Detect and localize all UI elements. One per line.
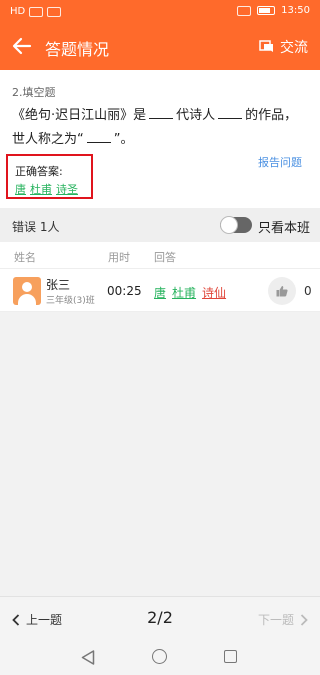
wrong-filter-bar: 错误 1人 只看本班 (0, 208, 320, 242)
question-card: 2.填空题 《绝句·迟日江山丽》是 代诗人 的作品，世人称之为“”。 正确答案: 唐… (0, 70, 320, 208)
thumbs-up-icon (276, 286, 288, 297)
student-class: 三年级(3)班 (46, 296, 95, 306)
status-left: HD (10, 6, 62, 17)
nav-back-icon[interactable] (81, 650, 95, 665)
exchange-button[interactable]: 交流 (259, 37, 308, 57)
like-button[interactable] (268, 277, 296, 305)
next-question-button[interactable]: 下一题 (258, 611, 308, 628)
correct-answer-box: 正确答案: 唐 杜甫 诗圣 (6, 154, 93, 199)
student-time: 00:25 (107, 284, 142, 298)
system-nav-bar (0, 640, 320, 675)
correct-answer-item: 唐 (15, 183, 26, 196)
exchange-label: 交流 (280, 40, 308, 56)
correct-answer-values: 唐 杜甫 诗圣 (15, 181, 78, 197)
battery-icon (257, 6, 276, 15)
only-my-class-toggle[interactable] (220, 216, 252, 234)
page-title: 答题情况 (45, 40, 110, 59)
answer-blank (149, 105, 174, 119)
question-text: 《绝句·迟日江山丽》是 代诗人 的作品，世人称之为“”。 (12, 104, 308, 152)
only-my-class-label: 只看本班 (258, 221, 311, 236)
like-count: 0 (304, 284, 312, 298)
bottom-pager-bar: 上一题 2/2 下一题 (0, 596, 320, 640)
back-button[interactable] (10, 34, 34, 58)
chat-icon (259, 40, 273, 52)
app-bar: 答题情况 交流 (0, 24, 320, 70)
toggle-knob (220, 216, 238, 234)
hd-indicator: HD (10, 6, 26, 17)
table-row[interactable]: 张三 三年级(3)班 00:25 唐 杜甫 诗仙 0 (0, 268, 320, 312)
report-issue-link[interactable]: 报告问题 (258, 154, 302, 170)
correct-answer-item: 杜甫 (30, 183, 52, 196)
status-right: 13:50 (237, 5, 310, 16)
status-bar: HD 13:50 (0, 0, 320, 24)
avatar (13, 277, 41, 305)
question-text-part4: ”。 (113, 132, 134, 147)
student-answer-item: 杜甫 (172, 286, 197, 300)
chevron-right-icon (300, 613, 308, 626)
nav-recent-icon[interactable] (224, 650, 237, 663)
correct-answer-label: 正确答案: (15, 165, 63, 178)
correct-answer-item: 诗圣 (56, 183, 78, 196)
question-text-part1: 《绝句·迟日江山丽》是 (12, 108, 147, 123)
list-header: 姓名 用时 回答 (0, 242, 320, 268)
alarm-icon (237, 5, 252, 16)
header-time: 用时 (108, 251, 130, 264)
status-time: 13:50 (281, 5, 310, 16)
question-text-part2: 代诗人 (176, 108, 216, 123)
student-answer-item: 唐 (154, 286, 167, 300)
question-type: 2.填空题 (12, 86, 56, 99)
answer-blank (86, 129, 111, 143)
next-question-label: 下一题 (257, 613, 294, 627)
wrong-count: 错误 1人 (12, 220, 60, 234)
answer-blank (218, 105, 243, 119)
signal-icon (29, 6, 44, 17)
student-answer-item: 诗仙 (202, 286, 227, 300)
back-arrow-icon (12, 37, 32, 55)
header-answer: 回答 (154, 251, 176, 264)
student-name: 张三 (46, 278, 71, 292)
wifi-icon (47, 6, 62, 17)
header-name: 姓名 (14, 251, 36, 264)
nav-home-icon[interactable] (152, 649, 167, 664)
avatar-body (18, 294, 36, 305)
student-answers: 唐 杜甫 诗仙 (154, 284, 226, 301)
avatar-head (22, 282, 32, 292)
